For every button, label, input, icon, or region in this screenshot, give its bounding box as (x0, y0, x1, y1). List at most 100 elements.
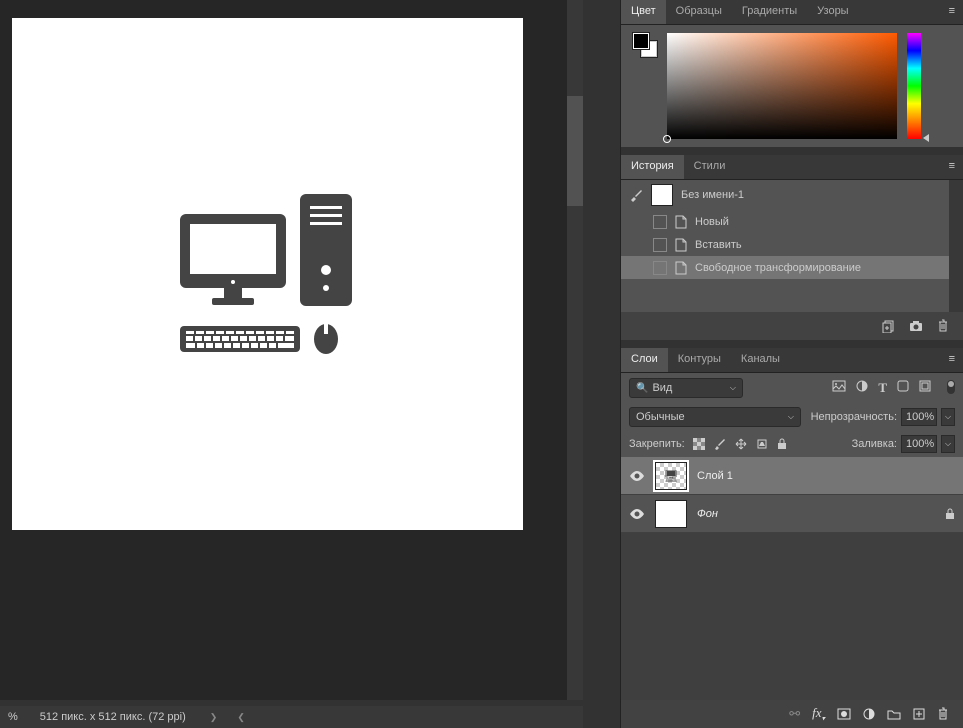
scrollbar-thumb[interactable] (567, 96, 583, 206)
trash-icon[interactable] (937, 707, 949, 721)
computer-graphic (168, 184, 368, 364)
camera-icon[interactable] (909, 320, 923, 332)
filter-toggle[interactable] (947, 380, 955, 394)
layer-filter-icons: T (832, 380, 955, 396)
trash-icon[interactable] (937, 319, 949, 333)
status-arrow-right-icon[interactable]: ❯ (204, 712, 224, 723)
tab-styles[interactable]: Стили (684, 155, 736, 179)
filter-smartobject-icon[interactable] (919, 380, 931, 396)
fill-input[interactable]: 100% (901, 435, 937, 453)
history-item-new[interactable]: Новый (621, 210, 963, 233)
document-icon (675, 238, 687, 252)
lock-position-icon[interactable] (735, 438, 747, 450)
panel-separator (621, 340, 963, 348)
foreground-swatch[interactable] (633, 33, 649, 49)
layer-item-layer-1[interactable]: 🖥 Слой 1 (621, 457, 963, 495)
history-doc-name: Без имени-1 (681, 189, 744, 201)
new-document-icon[interactable] (881, 319, 895, 333)
layer-fx-icon[interactable]: fx▾ (812, 705, 825, 723)
layers-lock-row: Закрепить: Заливка: 100% ⌵ (621, 431, 963, 457)
fill-group: Заливка: 100% ⌵ (852, 435, 955, 453)
history-panel: История Стили ≡ Без имени-1 Новый (621, 155, 963, 340)
fill-label: Заливка: (852, 438, 897, 450)
color-cursor-icon (663, 135, 671, 143)
tab-layers[interactable]: Слои (621, 348, 668, 372)
opacity-group: Непрозрачность: 100% ⌵ (811, 408, 955, 426)
color-picker-field[interactable] (667, 33, 897, 139)
visibility-eye-icon[interactable] (629, 470, 645, 482)
history-item-label: Новый (695, 216, 729, 228)
blend-mode-value: Обычные (636, 411, 685, 423)
layer-thumb[interactable]: 🖥 (655, 462, 687, 490)
history-item-checkbox[interactable] (653, 261, 667, 275)
history-item-paste[interactable]: Вставить (621, 233, 963, 256)
layer-filter-select[interactable]: 🔍 Вид ⌵ (629, 378, 743, 398)
history-footer (621, 312, 963, 340)
history-scrollbar[interactable] (949, 180, 963, 312)
filter-pixel-icon[interactable] (832, 380, 846, 396)
layer-name[interactable]: Фон (697, 508, 718, 520)
history-item-transform[interactable]: Свободное трансформирование (621, 256, 963, 279)
new-layer-icon[interactable] (913, 708, 925, 720)
tab-gradients[interactable]: Градиенты (732, 0, 807, 24)
lock-brush-icon[interactable] (714, 438, 726, 450)
adjustment-layer-icon[interactable] (863, 708, 875, 720)
chevron-down-icon: ⌵ (788, 412, 794, 422)
document-icon (675, 261, 687, 275)
filter-shape-icon[interactable] (897, 380, 909, 396)
layer-thumb[interactable] (655, 500, 687, 528)
canvas[interactable] (12, 18, 523, 530)
status-dimensions[interactable]: 512 пикс. x 512 пикс. (72 ppi) (30, 711, 196, 723)
layers-filter-row: 🔍 Вид ⌵ T (621, 373, 963, 403)
history-document-row[interactable]: Без имени-1 (621, 180, 963, 210)
lock-artboard-icon[interactable] (756, 438, 768, 450)
lock-icon[interactable] (945, 508, 955, 520)
history-panel-menu-icon[interactable]: ≡ (941, 155, 963, 179)
layer-list: 🖥 Слой 1 Фон (621, 457, 963, 533)
opacity-input[interactable]: 100% (901, 408, 937, 426)
layer-item-background[interactable]: Фон (621, 495, 963, 533)
status-arrow-left-icon[interactable]: ❮ (231, 712, 251, 723)
lock-transparency-icon[interactable] (693, 438, 705, 450)
hue-slider[interactable] (907, 33, 921, 139)
layers-empty-area[interactable] (621, 533, 963, 703)
panel-separator (621, 147, 963, 155)
lock-all-icon[interactable] (777, 438, 787, 450)
color-panel: Цвет Образцы Градиенты Узоры ≡ (621, 0, 963, 147)
color-panel-tabs: Цвет Образцы Градиенты Узоры ≡ (621, 0, 963, 25)
opacity-label: Непрозрачность: (811, 411, 897, 423)
tab-paths[interactable]: Контуры (668, 348, 731, 372)
filter-adjustment-icon[interactable] (856, 380, 868, 396)
search-icon: 🔍 (636, 383, 648, 394)
lock-icons-group (693, 438, 787, 450)
history-brush-icon (629, 188, 643, 202)
history-item-label: Вставить (695, 239, 742, 251)
tab-color[interactable]: Цвет (621, 0, 666, 24)
layer-mask-icon[interactable] (837, 708, 851, 720)
document-icon (675, 215, 687, 229)
tab-channels[interactable]: Каналы (731, 348, 790, 372)
opacity-dropdown-icon[interactable]: ⌵ (941, 408, 955, 426)
group-icon[interactable] (887, 708, 901, 720)
fg-bg-swatch[interactable] (633, 33, 657, 57)
tab-history[interactable]: История (621, 155, 684, 179)
fill-dropdown-icon[interactable]: ⌵ (941, 435, 955, 453)
layers-panel: Слои Контуры Каналы ≡ 🔍 Вид ⌵ T Обычные (621, 348, 963, 703)
tab-patterns[interactable]: Узоры (807, 0, 858, 24)
history-item-checkbox[interactable] (653, 238, 667, 252)
filter-type-icon[interactable]: T (878, 380, 887, 396)
layer-thumb-content: 🖥 (663, 469, 678, 483)
blend-mode-select[interactable]: Обычные ⌵ (629, 407, 801, 427)
tab-swatches[interactable]: Образцы (666, 0, 732, 24)
layers-panel-menu-icon[interactable]: ≡ (941, 348, 963, 372)
canvas-v-scrollbar[interactable] (567, 0, 583, 700)
layers-blend-row: Обычные ⌵ Непрозрачность: 100% ⌵ (621, 403, 963, 431)
history-panel-tabs: История Стили ≡ (621, 155, 963, 180)
layers-footer: ⚯ fx▾ (621, 700, 963, 728)
status-zoom[interactable]: % (4, 711, 22, 723)
layer-name[interactable]: Слой 1 (697, 470, 733, 482)
link-layers-icon[interactable]: ⚯ (789, 706, 800, 722)
history-item-checkbox[interactable] (653, 215, 667, 229)
color-panel-menu-icon[interactable]: ≡ (941, 0, 963, 24)
visibility-eye-icon[interactable] (629, 508, 645, 520)
